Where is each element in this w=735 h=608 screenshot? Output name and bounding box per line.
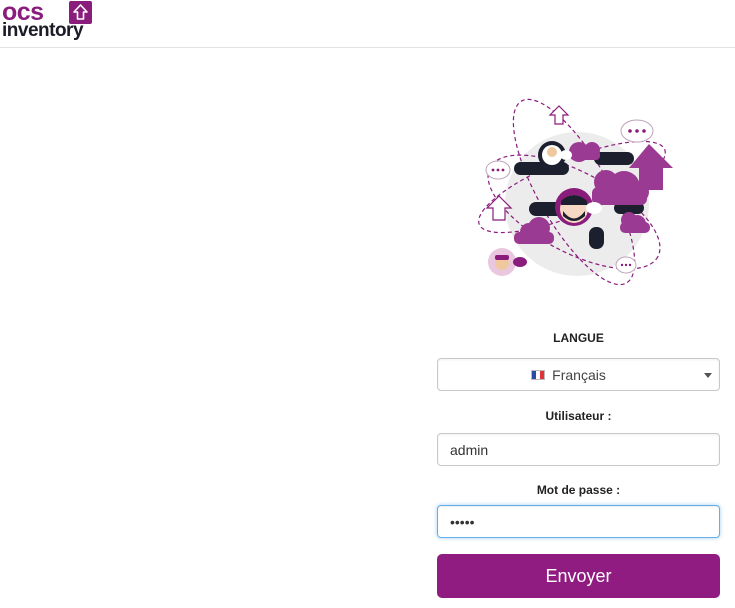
login-form: LANGUE Français Utilisateur : Mot de pas… bbox=[437, 330, 720, 598]
collaboration-network-illustration bbox=[474, 92, 684, 297]
password-label: Mot de passe : bbox=[536, 483, 621, 497]
language-select[interactable]: Français bbox=[437, 358, 720, 391]
language-label: LANGUE bbox=[553, 331, 604, 345]
logo-text-inventory: inventory bbox=[2, 20, 84, 41]
user-label: Utilisateur : bbox=[545, 409, 612, 423]
password-input[interactable] bbox=[437, 505, 720, 538]
top-bar: ocs inventory bbox=[0, 0, 735, 48]
ocs-inventory-logo[interactable]: ocs inventory bbox=[2, 0, 94, 43]
language-selected-text: Français bbox=[552, 366, 606, 383]
language-select-value: Français bbox=[438, 359, 699, 390]
submit-button[interactable]: Envoyer bbox=[437, 554, 720, 598]
caret-down-icon bbox=[704, 373, 712, 378]
france-flag-icon bbox=[531, 369, 546, 380]
user-input[interactable] bbox=[437, 433, 720, 466]
